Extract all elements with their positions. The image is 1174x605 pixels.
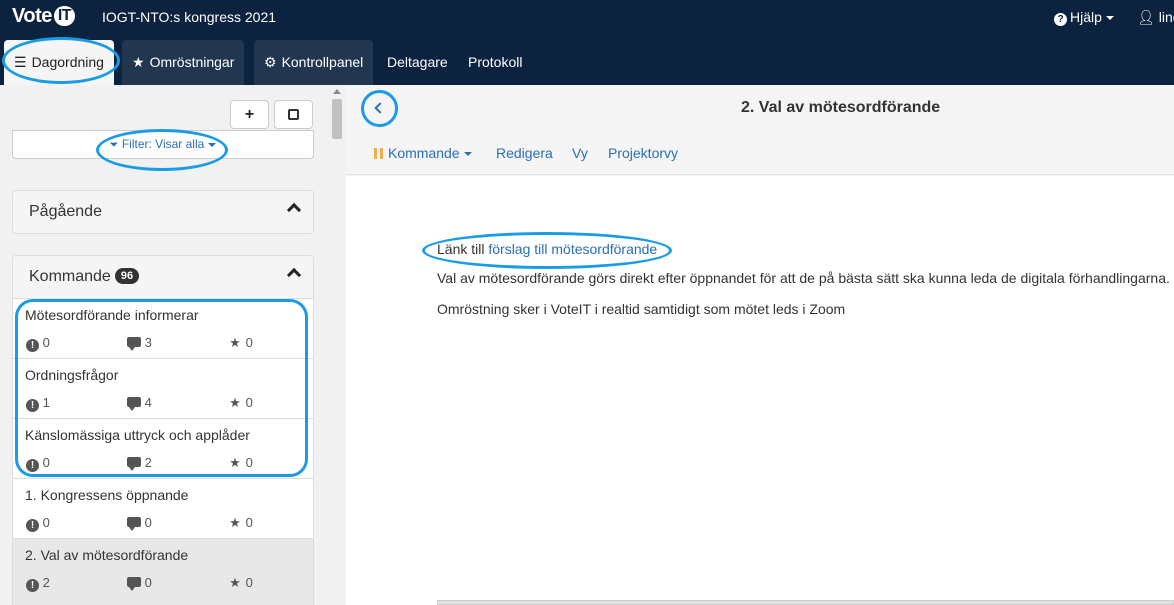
add-agenda-item-button[interactable]: + bbox=[230, 100, 269, 129]
agenda-item[interactable]: 1. Kongressens öppnande ! 0 0 ★ 0 bbox=[12, 479, 314, 539]
section-label: Pågående bbox=[29, 203, 102, 220]
discussion-count: 2 bbox=[144, 455, 152, 470]
tab-label: Kontrollpanel bbox=[281, 54, 364, 70]
vote-count: 0 bbox=[245, 395, 253, 410]
proposal-count: 0 bbox=[42, 455, 50, 470]
voteit-logo[interactable]: Vote IT bbox=[12, 5, 76, 28]
star-icon: ★ bbox=[132, 54, 145, 70]
scrollbar-thumb[interactable] bbox=[332, 99, 342, 139]
tab-control-panel[interactable]: ⚙ Kontrollpanel bbox=[254, 40, 374, 85]
proposal-icon: ! bbox=[26, 399, 39, 412]
star-icon: ★ bbox=[229, 515, 241, 530]
tab-label: Deltagare bbox=[387, 54, 448, 70]
discussion-count: 0 bbox=[144, 575, 152, 590]
user-menu[interactable]: 👤︎lind bbox=[1137, 9, 1174, 26]
vote-count: 0 bbox=[245, 515, 253, 530]
comment-icon bbox=[127, 457, 141, 471]
proposal-count: 1 bbox=[42, 395, 50, 410]
filter-icon: ⏷ bbox=[109, 139, 119, 151]
user-label: lind bbox=[1158, 9, 1174, 25]
agenda-item-title: Ordningsfrågor bbox=[25, 367, 119, 383]
scroll-up-arrow-icon[interactable] bbox=[333, 89, 341, 94]
chevron-down-icon bbox=[463, 152, 472, 157]
comment-icon bbox=[127, 337, 141, 351]
meeting-title[interactable]: IOGT-NTO:s kongress 2021 bbox=[102, 9, 276, 25]
tab-label: Omröstningar bbox=[149, 54, 235, 70]
projector-view-link[interactable]: Projektorvy bbox=[608, 145, 678, 161]
tab-agenda[interactable]: ☰ Dagordning bbox=[4, 40, 114, 85]
star-icon: ★ bbox=[229, 335, 241, 350]
proposal-count: 0 bbox=[42, 335, 50, 350]
collapse-sidebar-button[interactable] bbox=[371, 100, 387, 116]
edit-agenda-button[interactable] bbox=[274, 100, 313, 129]
tab-polls[interactable]: ★ Omröstningar bbox=[122, 40, 245, 85]
body-paragraph: Val av mötesordförande görs direkt efter… bbox=[437, 270, 1170, 286]
proposal-icon: ! bbox=[26, 339, 39, 352]
help-label: Hjälp bbox=[1070, 9, 1102, 25]
body-line-link: Länk till förslag till mötesordförande bbox=[437, 241, 657, 257]
proposal-link[interactable]: förslag till mötesordförande bbox=[488, 241, 657, 257]
tab-participants[interactable]: Deltagare bbox=[377, 40, 458, 85]
link-prefix: Länk till bbox=[437, 241, 489, 257]
agenda-item-title: 2. Val av mötesordförande bbox=[25, 547, 189, 563]
star-icon: ★ bbox=[229, 575, 241, 590]
section-ongoing[interactable]: Pågående bbox=[12, 190, 314, 234]
proposal-icon: ! bbox=[26, 459, 39, 472]
gear-icon: ⚙ bbox=[264, 54, 277, 70]
tab-label: Dagordning bbox=[31, 54, 104, 70]
star-icon: ★ bbox=[229, 395, 241, 410]
agenda-item[interactable]: Ordningsfrågor ! 1 4 ★ 0 bbox=[12, 359, 314, 419]
chevron-down-icon bbox=[1105, 16, 1114, 21]
pause-icon bbox=[374, 148, 383, 159]
section-upcoming[interactable]: Kommande 96 bbox=[12, 255, 314, 299]
section-label: Kommande bbox=[29, 268, 111, 285]
top-navbar: Vote IT IOGT-NTO:s kongress 2021 ? Hjälp 👤… bbox=[0, 0, 1174, 85]
agenda-item[interactable]: Mötesordförande informerar ! 0 3 ★ 0 bbox=[12, 299, 314, 359]
tab-minutes[interactable]: Protokoll bbox=[458, 40, 532, 85]
comment-icon bbox=[127, 517, 141, 531]
edit-icon bbox=[288, 109, 299, 120]
discussion-count: 4 bbox=[144, 395, 152, 410]
count-badge: 96 bbox=[114, 268, 140, 284]
discussion-box-edge bbox=[437, 600, 1174, 605]
help-menu[interactable]: ? Hjälp bbox=[1054, 9, 1114, 26]
filter-dropdown[interactable]: ⏷ Filter: Visar alla bbox=[12, 130, 314, 159]
agenda-item-title: Mötesordförande informerar bbox=[25, 307, 199, 323]
tab-label: Protokoll bbox=[468, 54, 523, 70]
body-paragraph: Omröstning sker i VoteIT i realtid samti… bbox=[437, 301, 846, 317]
help-icon: ? bbox=[1054, 13, 1067, 26]
filter-label: Filter: Visar alla bbox=[121, 137, 205, 151]
edit-link[interactable]: Redigera bbox=[496, 145, 553, 161]
user-icon: 👤︎ bbox=[1137, 9, 1155, 25]
agenda-item-title: Känslomässiga uttryck och applåder bbox=[25, 427, 250, 443]
chevron-up-icon bbox=[286, 267, 302, 283]
proposal-icon: ! bbox=[26, 579, 39, 592]
view-link[interactable]: Vy bbox=[572, 145, 588, 161]
proposal-count: 0 bbox=[42, 515, 50, 530]
chevron-up-icon bbox=[286, 202, 302, 218]
discussion-count: 3 bbox=[144, 335, 152, 350]
list-icon: ☰ bbox=[14, 54, 27, 70]
logo-badge: IT bbox=[53, 6, 76, 26]
vote-count: 0 bbox=[245, 455, 253, 470]
proposal-icon: ! bbox=[26, 519, 39, 532]
agenda-item[interactable]: Känslomässiga uttryck och applåder ! 0 2… bbox=[12, 419, 314, 479]
proposal-count: 2 bbox=[42, 575, 50, 590]
discussion-count: 0 bbox=[144, 515, 152, 530]
agenda-item-active[interactable]: 2. Val av mötesordförande ! 2 0 ★ 0 bbox=[12, 539, 314, 605]
page-title: 2. Val av mötesordförande bbox=[741, 99, 941, 116]
state-dropdown[interactable]: Kommande bbox=[374, 145, 472, 161]
state-label: Kommande bbox=[388, 145, 460, 161]
logo-text: Vote bbox=[12, 5, 52, 27]
comment-icon bbox=[127, 577, 141, 591]
vote-count: 0 bbox=[245, 575, 253, 590]
star-icon: ★ bbox=[229, 455, 241, 470]
vote-count: 0 bbox=[245, 335, 253, 350]
chevron-down-icon bbox=[208, 142, 217, 147]
comment-icon bbox=[127, 397, 141, 411]
sidebar-scrollbar[interactable] bbox=[330, 85, 345, 605]
agenda-item-title: 1. Kongressens öppnande bbox=[25, 487, 189, 503]
